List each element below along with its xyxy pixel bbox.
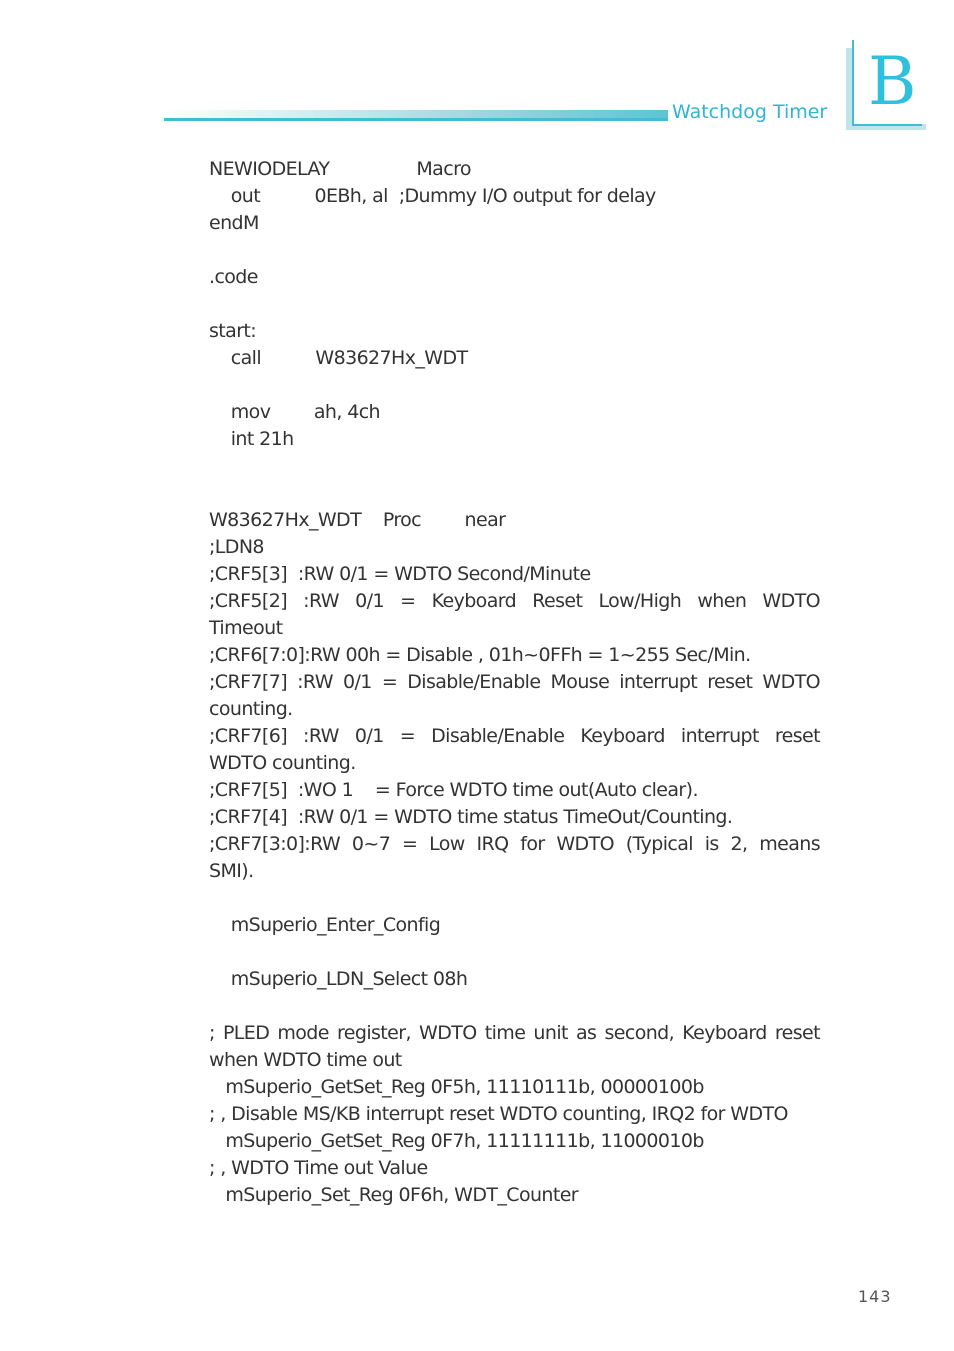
code-listing: NEWIODELAY Macro out 0EBh, al ;Dummy I/O…: [209, 156, 821, 1209]
code-line: ;CRF7[3:0]:RW 0~7 = Low IRQ for WDTO (Ty…: [209, 833, 821, 855]
code-line: ;LDN8: [209, 536, 265, 558]
code-line: ;CRF6[7:0]:RW 00h = Disable , 01h~0FFh =…: [209, 644, 751, 666]
code-line: ;CRF5[2] :RW 0/1 = Keyboard Reset Low/Hi…: [209, 590, 821, 612]
code-line: start:: [209, 320, 257, 342]
code-line: mSuperio_Enter_Config: [209, 914, 441, 936]
page-number: 143: [858, 1287, 892, 1306]
chapter-letter: B: [868, 43, 917, 120]
chapter-tab: B: [846, 40, 926, 130]
code-line: counting.: [209, 698, 293, 720]
chapter-tab-line-vertical: [852, 40, 854, 126]
code-line: SMI).: [209, 860, 254, 882]
code-line: when WDTO time out: [209, 1049, 402, 1071]
code-line: mov ah, 4ch: [209, 401, 381, 423]
code-line: mSuperio_Set_Reg 0F6h, WDT_Counter: [209, 1184, 579, 1206]
code-line: endM: [209, 212, 259, 234]
header-rule: [164, 110, 668, 121]
code-line: mSuperio_GetSet_Reg 0F7h, 11111111b, 110…: [209, 1130, 704, 1152]
code-line: mSuperio_LDN_Select 08h: [209, 968, 468, 990]
chapter-tab-line-horizontal: [852, 124, 922, 126]
code-line: ; PLED mode register, WDTO time unit as …: [209, 1022, 821, 1044]
code-line: ;CRF7[7] :RW 0/1 = Disable/Enable Mouse …: [209, 671, 821, 693]
code-line: ; , Disable MS/KB interrupt reset WDTO c…: [209, 1103, 788, 1125]
section-title: Watchdog Timer: [672, 101, 828, 123]
code-line: ;CRF5[3] :RW 0/1 = WDTO Second/Minute: [209, 563, 591, 585]
code-line: int 21h: [209, 428, 294, 450]
code-line: out 0EBh, al ;Dummy I/O output for delay: [209, 185, 657, 207]
code-line: mSuperio_GetSet_Reg 0F5h, 11110111b, 000…: [209, 1076, 704, 1098]
code-line: ;CRF7[6] :RW 0/1 = Disable/Enable Keyboa…: [209, 725, 821, 747]
code-line: ; , WDTO Time out Value: [209, 1157, 428, 1179]
code-line: ;CRF7[5] :WO 1 = Force WDTO time out(Aut…: [209, 779, 699, 801]
code-line: NEWIODELAY Macro: [209, 158, 471, 180]
code-line: call W83627Hx_WDT: [209, 347, 468, 369]
code-line: Timeout: [209, 617, 283, 639]
code-line: ;CRF7[4] :RW 0/1 = WDTO time status Time…: [209, 806, 733, 828]
code-line: WDTO counting.: [209, 752, 356, 774]
code-line: .code: [209, 266, 258, 288]
code-line: W83627Hx_WDT Proc near: [209, 509, 506, 531]
